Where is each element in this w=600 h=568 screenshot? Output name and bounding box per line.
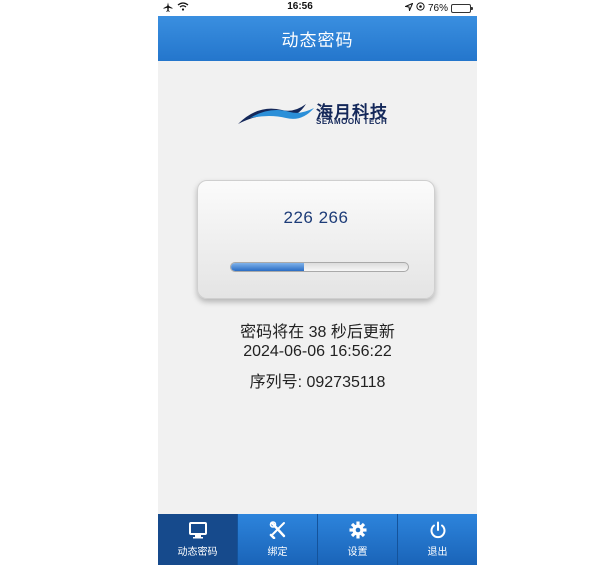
tab-label: 退出 xyxy=(427,547,448,558)
tab-label: 设置 xyxy=(347,547,368,558)
app-screen: 动态密码 海月科技 SEAMOON TECH 226 266 密码将在 38 秒… xyxy=(158,16,477,565)
token-card: 226 266 xyxy=(197,180,435,299)
tab-logout[interactable]: 退出 xyxy=(397,514,477,565)
company-logo: 海月科技 SEAMOON TECH xyxy=(236,96,406,128)
location-icon xyxy=(403,2,414,14)
battery-icon xyxy=(451,3,474,13)
tab-label: 动态密码 xyxy=(177,547,218,558)
dynamic-code: 226 266 xyxy=(283,208,349,227)
status-bar: 16:56 76% xyxy=(0,0,600,16)
battery-percent: 76% xyxy=(428,2,449,14)
tab-bar: 动态密码 绑定 设置 退出 xyxy=(158,514,477,565)
refresh-progress-bar xyxy=(230,262,409,272)
nav-header: 动态密码 xyxy=(158,16,477,61)
wave-logo-icon xyxy=(238,104,314,124)
tab-label: 绑定 xyxy=(267,547,288,558)
refresh-countdown: 密码将在 38 秒后更新 xyxy=(240,324,395,341)
tools-icon xyxy=(268,521,288,539)
page-title: 动态密码 xyxy=(281,31,354,50)
alarm-icon xyxy=(416,2,425,14)
monitor-icon xyxy=(188,521,208,539)
tab-bind[interactable]: 绑定 xyxy=(237,514,317,565)
status-bar-right: 76% xyxy=(403,0,474,16)
status-time: 16:56 xyxy=(287,1,313,12)
current-datetime: 2024-06-06 16:56:22 xyxy=(243,343,392,360)
tab-settings[interactable]: 设置 xyxy=(317,514,397,565)
tab-dynamic-code[interactable]: 动态密码 xyxy=(158,514,237,565)
power-icon xyxy=(428,521,448,539)
progress-fill xyxy=(231,263,304,271)
serial-number: 序列号: 092735118 xyxy=(249,374,386,391)
gear-icon xyxy=(348,521,368,539)
logo-name-en: SEAMOON TECH xyxy=(316,117,388,126)
